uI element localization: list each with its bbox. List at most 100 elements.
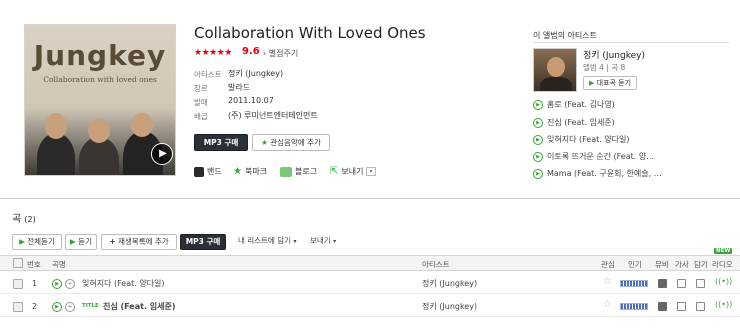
play-icon[interactable]: ▶ (533, 134, 543, 145)
popularity-bar (620, 303, 648, 310)
add-icon[interactable]: + (65, 279, 75, 289)
play-icon[interactable]: ▶ (52, 302, 62, 312)
artist-song-title[interactable]: 홈로 (Feat. 김나영) (547, 99, 615, 110)
col-fav: 관심 (601, 260, 615, 269)
radio-icon[interactable]: ((•)) (715, 277, 732, 286)
rep-song-button[interactable]: ▶ 대표곡 듣기 (583, 76, 637, 90)
meta-key: 아티스트 (194, 70, 222, 79)
cover-person-head (131, 113, 153, 137)
lyrics-icon[interactable] (677, 279, 686, 288)
play-icon[interactable]: ▶ (52, 279, 62, 289)
mp3-buy-button[interactable]: MP3 구매 (194, 134, 248, 151)
col-popularity: 인기 (628, 260, 642, 269)
star-icon: ★ (261, 138, 268, 147)
blog-icon (280, 166, 292, 177)
rate-link[interactable]: › 별점주기 (263, 48, 298, 59)
radio-icon[interactable]: ((•)) (715, 300, 732, 309)
meta-distributor: (주) 루미넌트엔터테인먼트 (228, 111, 318, 120)
add-icon[interactable]: + (65, 302, 75, 312)
send-icon: ⇱ (330, 166, 339, 177)
album-title: Collaboration With Loved Ones (194, 24, 426, 42)
rating-score: 9.6 (242, 46, 260, 57)
listen-button[interactable]: ▶ 듣기 (65, 234, 97, 250)
send-list-label: 보내기 (310, 236, 331, 245)
artist-song-item[interactable]: ▶ 잊혀지다 (Feat. 양다일) (533, 134, 630, 145)
artist-song-title[interactable]: Mama (Feat. 구윤회, 한예슬, … (547, 168, 662, 179)
lyrics-icon[interactable] (677, 302, 686, 311)
divider (533, 42, 729, 43)
artist-song-title[interactable]: 진심 (Feat. 임세준) (547, 117, 615, 128)
section-divider (0, 198, 740, 199)
send-label: 보내기 (341, 167, 364, 176)
send-dropdown[interactable]: 보내기 ▾ (310, 234, 336, 250)
artist-panel-title: 이 앨범의 아티스트 (533, 31, 597, 40)
popularity-bar (620, 280, 648, 287)
blog-label: 블로그 (295, 167, 318, 176)
select-all-checkbox[interactable] (13, 258, 23, 268)
col-lyrics: 가사 (675, 260, 689, 269)
play-icon: ▶ (70, 237, 76, 246)
rate-label: 별점주기 (268, 49, 299, 58)
plus-icon: + (109, 237, 116, 246)
meta-key: 배급 (194, 112, 208, 121)
chevron-down-icon[interactable]: ▾ (366, 167, 376, 176)
album-cover[interactable]: Jungkey Collaboration with loved ones ▶ (24, 24, 176, 176)
play-icon[interactable]: ▶ (151, 143, 173, 165)
artist-song-item[interactable]: ▶ 이토록 뜨거운 순간 (Feat. 양… (533, 151, 654, 162)
add-playlist-button[interactable]: + 재생목록에 추가 (101, 234, 177, 250)
artist-photo[interactable] (533, 48, 577, 92)
song-title[interactable]: 진심 (Feat. 임세준) (103, 301, 176, 312)
meta-artist[interactable]: 정키 (Jungkey) (228, 68, 283, 79)
artist-song-title[interactable]: 이토록 뜨거운 순간 (Feat. 양… (547, 151, 654, 162)
meta-key: 발매 (194, 98, 208, 107)
artist-name[interactable]: 정키 (Jungkey) (583, 48, 645, 61)
video-icon[interactable] (658, 279, 667, 288)
song-artist[interactable]: 정키 (Jungkey) (422, 278, 477, 289)
play-icon[interactable]: ▶ (533, 168, 543, 179)
col-no: 번호 (27, 260, 41, 269)
col-video: 뮤비 (655, 260, 669, 269)
artist-song-item[interactable]: ▶ 진심 (Feat. 임세준) (533, 117, 615, 128)
play-all-button[interactable]: ▶ 전체듣기 (12, 234, 62, 250)
add-my-list-dropdown[interactable]: 내 리스트에 담기 ▾ (238, 234, 296, 250)
meta-genre: 발라드 (228, 83, 251, 92)
bookmark-icon: ★ (233, 166, 242, 177)
col-add: 담기 (694, 260, 708, 269)
video-icon[interactable] (658, 302, 667, 311)
row-checkbox[interactable] (13, 302, 23, 312)
artist-song-item[interactable]: ▶ 홈로 (Feat. 김나영) (533, 99, 615, 110)
band-label: 밴드 (207, 167, 222, 176)
row-checkbox[interactable] (13, 279, 23, 289)
artist-song-item[interactable]: ▶ Mama (Feat. 구윤회, 한예슬, … (533, 168, 662, 179)
add-to-list-icon[interactable] (696, 302, 705, 311)
favorite-star-icon[interactable]: ☆ (603, 276, 612, 287)
mp3-buy-list-button[interactable]: MP3 구매 (180, 234, 226, 250)
band-icon (194, 166, 204, 177)
play-icon[interactable]: ▶ (533, 151, 543, 162)
blog-share[interactable]: 블로그 (280, 166, 317, 177)
play-icon[interactable]: ▶ (533, 117, 543, 128)
new-badge: NEW (714, 248, 733, 254)
artist-song-title[interactable]: 잊혀지다 (Feat. 양다일) (547, 134, 630, 145)
song-artist[interactable]: 정키 (Jungkey) (422, 301, 477, 312)
add-favorite-button[interactable]: ★ 관심음악에 추가 (252, 134, 330, 151)
cover-title: Jungkey (33, 39, 167, 72)
col-radio: 라디오 (712, 260, 733, 269)
play-all-label: 전체듣기 (27, 237, 55, 246)
play-icon[interactable]: ▶ (533, 99, 543, 110)
favorite-star-icon[interactable]: ☆ (603, 299, 612, 310)
meta-release: 2011.10.07 (228, 96, 274, 105)
band-share[interactable]: 밴드 (194, 166, 222, 177)
send-share[interactable]: ⇱ 보내기 ▾ (330, 166, 376, 177)
add-to-list-icon[interactable] (696, 279, 705, 288)
rep-song-label: 대표곡 듣기 (596, 79, 632, 87)
track-number: 1 (32, 279, 38, 288)
song-title[interactable]: 잊혀지다 (Feat. 양다일) (82, 278, 165, 289)
bookmark-share[interactable]: ★ 북마크 (233, 166, 267, 177)
cover-person (37, 133, 75, 175)
rating-stars: ★★★★★ (194, 48, 232, 58)
play-icon: ▶ (588, 79, 595, 87)
artist-stats: 앨범 4 | 곡 8 (583, 63, 626, 72)
play-icon: ▶ (19, 237, 25, 246)
cover-subtitle: Collaboration with loved ones (43, 75, 157, 84)
